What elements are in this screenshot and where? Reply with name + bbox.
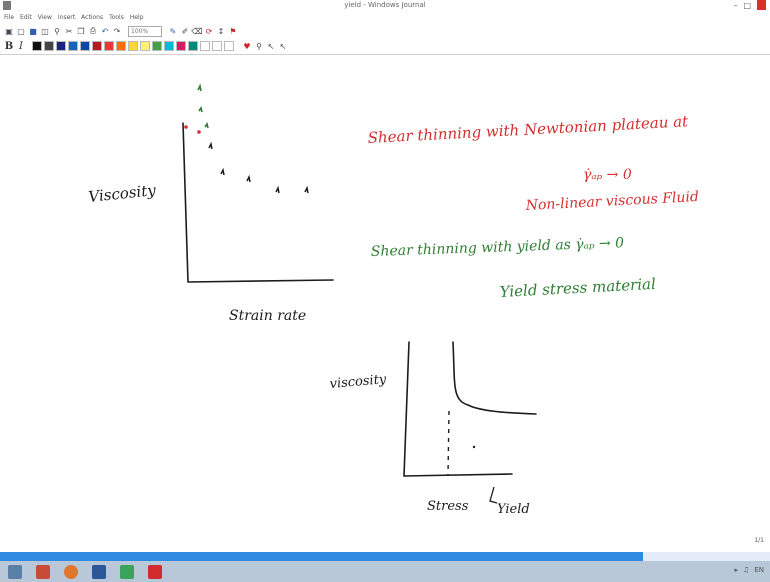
ink-dot: [472, 445, 476, 449]
color-swatch[interactable]: [176, 41, 186, 51]
color-swatch[interactable]: [56, 41, 66, 51]
title-bar: yield - Windows Journal – □: [0, 0, 770, 12]
black-mark: [220, 167, 225, 176]
color-swatch[interactable]: [152, 41, 162, 51]
browser-icon[interactable]: [64, 564, 78, 579]
redo-icon[interactable]: ↷: [112, 26, 122, 36]
save-icon[interactable]: ■: [28, 26, 38, 36]
volume-icon[interactable]: ♫: [743, 566, 749, 574]
open-icon[interactable]: ▢: [16, 26, 26, 36]
page-progress-fill: [0, 552, 643, 561]
menu-help[interactable]: Help: [130, 14, 144, 21]
menu-insert[interactable]: Insert: [58, 14, 75, 21]
color-swatch[interactable]: [212, 41, 222, 51]
file-explorer-icon[interactable]: [36, 564, 50, 579]
eraser-icon[interactable]: ⌫: [191, 26, 202, 36]
pan-icon[interactable]: ↖: [278, 41, 288, 51]
undo-icon[interactable]: ↶: [100, 26, 110, 36]
paste-icon[interactable]: ⎙: [88, 26, 98, 36]
page-progress: [0, 552, 770, 561]
yield-bracket: [489, 486, 498, 504]
select-icon[interactable]: ↖: [266, 41, 276, 51]
color-swatch[interactable]: [200, 41, 210, 51]
menu-actions[interactable]: Actions: [81, 14, 103, 21]
menu-view[interactable]: View: [38, 14, 52, 21]
bold-button[interactable]: B: [4, 41, 14, 52]
graph1-xlabel: Strain rate: [229, 308, 306, 324]
graph1-ylabel: Viscosity: [88, 181, 158, 206]
black-mark: [304, 185, 309, 194]
language-indicator[interactable]: EN: [754, 566, 764, 574]
green-mark: [197, 83, 202, 92]
system-tray: ▸ ♫ EN: [735, 566, 764, 574]
graph2-axes: [403, 341, 513, 477]
green-mark: [198, 106, 203, 113]
ink-layer: Viscosity Strain rate Shear thinning wit…: [88, 83, 699, 517]
standard-toolbar: ▣ ▢ ■ ◫ ⚲ ✂ ❐ ⎙ ↶ ↷ 100% ✎ ✐ ⌫ ⟳ ↕ ⚑: [0, 24, 770, 38]
graph2-curve: [452, 341, 537, 415]
color-swatch[interactable]: [32, 41, 42, 51]
page-indicator: 1/1: [754, 537, 764, 544]
taskbar: [0, 561, 770, 582]
print-icon[interactable]: ◫: [40, 26, 50, 36]
menu-bar: File Edit View Insert Actions Tools Help: [0, 12, 770, 23]
red-note-line2: γ̇ₐₚ → 0: [583, 167, 632, 183]
graph2-yield-line: [447, 410, 450, 476]
green-note-line1: Shear thinning with yield as γ̇ₐₚ → 0: [371, 235, 625, 260]
color-swatch[interactable]: [116, 41, 126, 51]
format-toolbar: B I ♥ ⚲ ↖ ↖: [0, 39, 770, 53]
window-title: yield - Windows Journal: [344, 1, 426, 9]
graph2-xlabel: Stress: [427, 499, 469, 514]
journal-icon[interactable]: [120, 564, 134, 579]
copy-icon[interactable]: ❐: [76, 26, 86, 36]
color-swatch[interactable]: [80, 41, 90, 51]
window-controls: – □: [733, 0, 766, 10]
color-swatch[interactable]: [44, 41, 54, 51]
menu-file[interactable]: File: [4, 14, 14, 21]
acrobat-icon[interactable]: [148, 564, 162, 579]
pen-icon[interactable]: ✎: [168, 26, 178, 36]
menu-tools[interactable]: Tools: [109, 14, 124, 21]
color-swatch[interactable]: [164, 41, 174, 51]
word-icon[interactable]: [92, 564, 106, 579]
maximize-icon[interactable]: □: [743, 1, 751, 10]
highlighter-icon[interactable]: ✐: [180, 26, 190, 36]
graph2-yield-label: Yield: [497, 502, 530, 517]
black-mark: [275, 185, 280, 194]
graph2-ylabel: viscosity: [329, 372, 387, 392]
cut-icon[interactable]: ✂: [64, 26, 74, 36]
lasso-icon[interactable]: ⟳: [204, 26, 214, 36]
flag-icon[interactable]: ⚑: [228, 26, 238, 36]
start-icon[interactable]: [8, 564, 22, 579]
black-mark: [208, 141, 213, 150]
red-point: [197, 130, 201, 134]
color-swatch[interactable]: [104, 41, 114, 51]
zoom-select[interactable]: 100%: [128, 25, 162, 37]
color-swatch[interactable]: [128, 41, 138, 51]
color-swatch[interactable]: [188, 41, 198, 51]
insert-space-icon[interactable]: ↕: [216, 26, 226, 36]
red-point: [184, 125, 188, 129]
journal-page[interactable]: Viscosity Strain rate Shear thinning wit…: [0, 55, 770, 550]
red-note-line1: Shear thinning with Newtonian plateau at: [367, 112, 689, 147]
italic-button[interactable]: I: [16, 41, 26, 52]
color-swatch[interactable]: [224, 41, 234, 51]
color-swatch[interactable]: [68, 41, 78, 51]
menu-edit[interactable]: Edit: [20, 14, 32, 21]
minimize-icon[interactable]: –: [733, 1, 737, 10]
color-swatches: [32, 41, 234, 51]
green-mark: [204, 122, 209, 129]
close-icon[interactable]: [757, 0, 766, 10]
find-icon[interactable]: ⚲: [52, 26, 62, 36]
flag-icon[interactable]: ♥: [242, 41, 252, 51]
red-note-line3: Non-linear viscous Fluid: [524, 189, 699, 214]
green-note-line2: Yield stress material: [499, 275, 656, 301]
color-swatch[interactable]: [140, 41, 150, 51]
new-icon[interactable]: ▣: [4, 26, 14, 36]
graph1-axes: [182, 122, 334, 283]
zoom-icon[interactable]: ⚲: [254, 41, 264, 51]
color-swatch[interactable]: [92, 41, 102, 51]
black-mark: [246, 174, 251, 183]
network-icon[interactable]: ▸: [735, 566, 739, 574]
